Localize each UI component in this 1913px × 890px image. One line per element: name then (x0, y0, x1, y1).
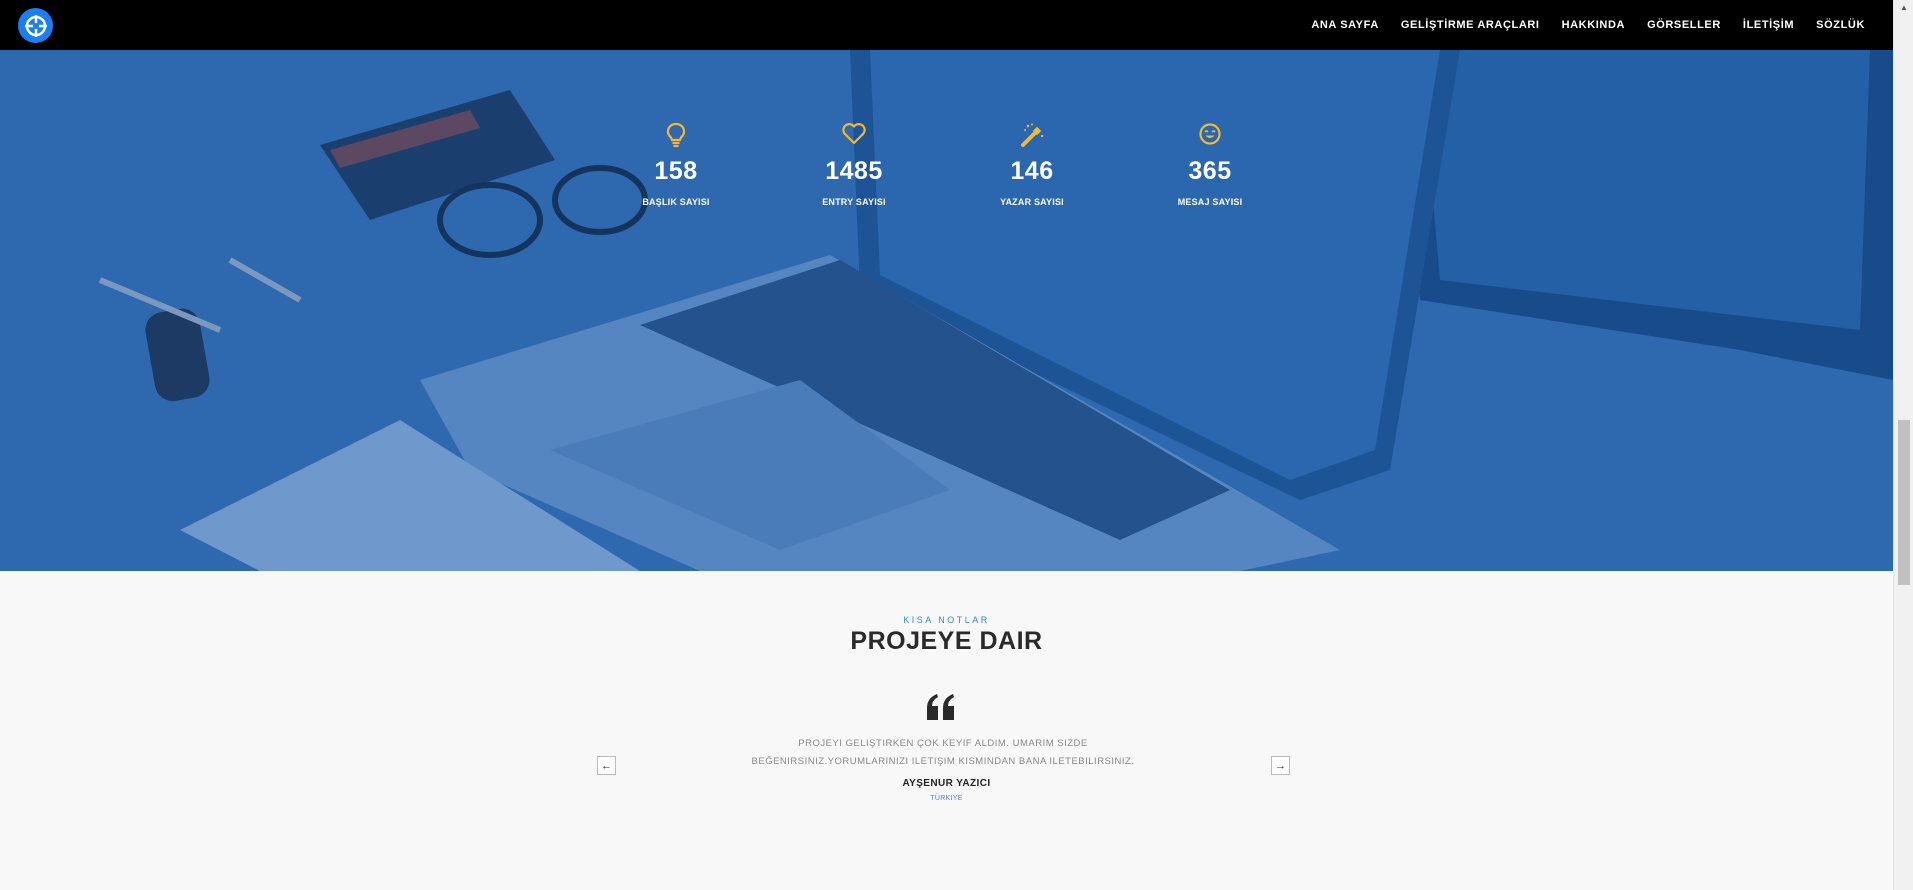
stat-label: ENTRY SAYISI (822, 197, 886, 207)
nav-item-iletisim[interactable]: İLETİŞİM (1743, 19, 1794, 31)
stat-label: YAZAR SAYISI (1000, 197, 1064, 207)
scroll-up-arrow-icon[interactable]: ▲ (1894, 0, 1913, 14)
section-title: PROJEYE DAIR (850, 627, 1043, 655)
quote-line: PROJEYI GELIŞTIRKEN ÇOK KEYIF ALDIM. UMA… (798, 738, 1088, 749)
stat-value: 1485 (825, 157, 883, 185)
nav-item-sozluk[interactable]: SÖZLÜK (1816, 19, 1865, 31)
section-subtitle: KISA NOTLAR (903, 615, 990, 625)
stat-baslik: 158 BAŞLIK SAYISI (601, 122, 751, 207)
quote-line: BEĞENIRSINIZ.YORUMLARINIZI ILETIŞIM KISM… (751, 756, 1135, 767)
stat-value: 158 (654, 157, 698, 185)
page-scrollbar[interactable]: ▲ (1893, 0, 1913, 890)
lightbulb-icon (601, 122, 751, 150)
nav-item-hakkinda[interactable]: HAKKINDA (1562, 19, 1625, 31)
nav-item-gelistirme-araclari[interactable]: GELİŞTİRME ARAÇLARI (1401, 19, 1540, 31)
stat-label: MESAJ SAYISI (1177, 197, 1243, 207)
quote-text: PROJEYI GELIŞTIRKEN ÇOK KEYIF ALDIM. UMA… (743, 735, 1143, 771)
nav-item-gorseller[interactable]: GÖRSELLER (1647, 19, 1721, 31)
nav-item-ana-sayfa[interactable]: ANA SAYFA (1311, 19, 1379, 31)
hero-background-image (0, 50, 1893, 571)
stat-value: 146 (1010, 157, 1054, 185)
stat-value: 365 (1188, 157, 1232, 185)
stat-entry: 1485 ENTRY SAYISI (779, 122, 929, 207)
heart-icon (779, 122, 929, 150)
stat-label: BAŞLIK SAYISI (642, 197, 710, 207)
stat-mesaj: 365 MESAJ SAYISI (1135, 122, 1285, 207)
next-arrow-button[interactable]: → (1271, 756, 1290, 775)
prev-arrow-button[interactable]: ← (597, 756, 616, 775)
quote-author: AYŞENUR YAZICI (902, 778, 991, 789)
nav-menu: ANA SAYFA GELİŞTİRME ARAÇLARI HAKKINDA G… (1289, 0, 1865, 50)
stat-yazar: 146 YAZAR SAYISI (957, 122, 1107, 207)
project-notes-section: KISA NOTLAR PROJEYE DAIR ← → PROJEYI GEL… (0, 571, 1893, 890)
smiley-icon (1135, 122, 1285, 150)
crosshair-logo-icon[interactable] (18, 8, 53, 43)
scrollbar-thumb[interactable] (1898, 420, 1910, 585)
magic-wand-icon (957, 122, 1107, 150)
top-navbar: ANA SAYFA GELİŞTİRME ARAÇLARI HAKKINDA G… (0, 0, 1893, 50)
hero-stats-section: 158 BAŞLIK SAYISI 1485 ENTRY SAYISI 146 … (0, 50, 1893, 571)
quote-country: TÜRKIYE (930, 795, 963, 802)
quote-icon (925, 694, 957, 725)
